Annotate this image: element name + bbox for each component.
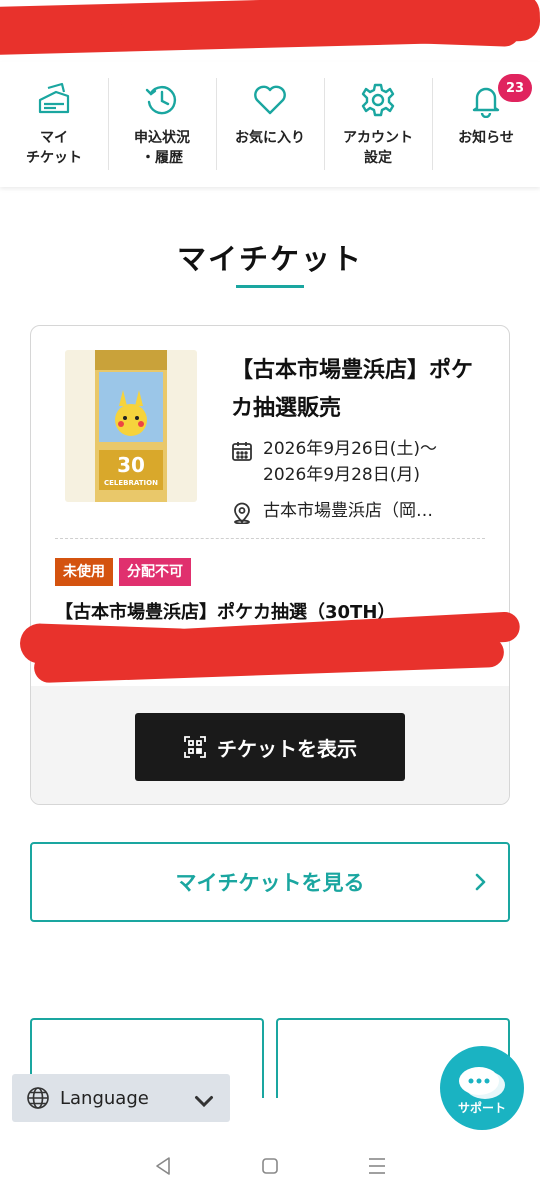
nav-history[interactable]: 申込状況 ・履歴 [108, 62, 216, 187]
event-date-end: 2026年9月28日(月) [263, 465, 420, 485]
svg-text:CELEBRATION: CELEBRATION [104, 479, 158, 487]
nav-account-settings-label: アカウント 設定 [343, 130, 413, 166]
ticket-icon [38, 82, 70, 114]
top-navigation: マイ チケット 申込状況 ・履歴 お気に入り アカウント 設定 23 お知らせ [0, 62, 540, 187]
title-underline [236, 285, 304, 288]
recent-apps-icon[interactable] [366, 1155, 388, 1177]
location-pin-icon [234, 502, 250, 524]
support-label: サポート [457, 1100, 506, 1115]
event-venue-text: 古本市場豊浜店（岡… [263, 501, 433, 521]
home-icon[interactable] [259, 1155, 281, 1177]
tag-no-distribution: 分配不可 [119, 558, 191, 586]
tag-unused: 未使用 [55, 558, 113, 586]
nav-account-settings[interactable]: アカウント 設定 [324, 62, 432, 187]
product-image: 30 CELEBRATION [65, 350, 197, 502]
show-ticket-button[interactable]: チケットを表示 [135, 713, 405, 781]
language-select[interactable]: Language [12, 1074, 230, 1122]
calendar-icon [232, 442, 252, 461]
chevron-down-icon [195, 1096, 213, 1108]
qr-code-icon [184, 736, 206, 758]
nav-my-ticket[interactable]: マイ チケット [0, 62, 108, 187]
event-venue: 古本市場豊浜店（岡… [231, 498, 501, 524]
ticket-card[interactable]: 30 CELEBRATION 【古本市場豊浜店】ポケカ抽選販売 2026年9月2… [30, 325, 510, 805]
chat-bubble-icon [459, 1066, 505, 1099]
divider [55, 538, 485, 539]
language-label: Language [60, 1087, 149, 1109]
event-title: 【古本市場豊浜店】ポケカ抽選販売 [231, 358, 474, 421]
system-navigation-bar [0, 1132, 540, 1200]
nav-notifications[interactable]: 23 お知らせ [432, 62, 540, 187]
chevron-right-icon [475, 873, 486, 891]
globe-icon [27, 1087, 49, 1109]
redaction-mark-card-3 [19, 622, 201, 670]
event-date-start: 2026年9月26日(土)〜 [263, 439, 437, 459]
nav-history-label: 申込状況 ・履歴 [134, 130, 190, 166]
show-ticket-label: チケットを表示 [217, 736, 357, 761]
heart-icon [254, 85, 286, 115]
event-date: 2026年9月26日(土)〜 2026年9月28日(月) [231, 436, 501, 488]
notification-count-badge: 23 [498, 74, 532, 102]
nav-my-ticket-label: マイ チケット [26, 130, 82, 166]
page-title: マイチケット [176, 242, 363, 276]
back-icon[interactable] [152, 1155, 174, 1177]
svg-text:30: 30 [117, 453, 145, 477]
nav-favorites-label: お気に入り [235, 130, 305, 146]
nav-favorites[interactable]: お気に入り [216, 62, 324, 187]
nav-notifications-label: お知らせ [458, 130, 514, 146]
history-icon [145, 86, 176, 115]
see-my-tickets-label: マイチケットを見る [175, 871, 365, 895]
support-chat-button[interactable]: サポート [440, 1046, 524, 1130]
see-my-tickets-button[interactable]: マイチケットを見る [30, 842, 510, 922]
ticket-tags: 未使用 分配不可 [55, 558, 191, 586]
gear-icon [361, 83, 395, 117]
